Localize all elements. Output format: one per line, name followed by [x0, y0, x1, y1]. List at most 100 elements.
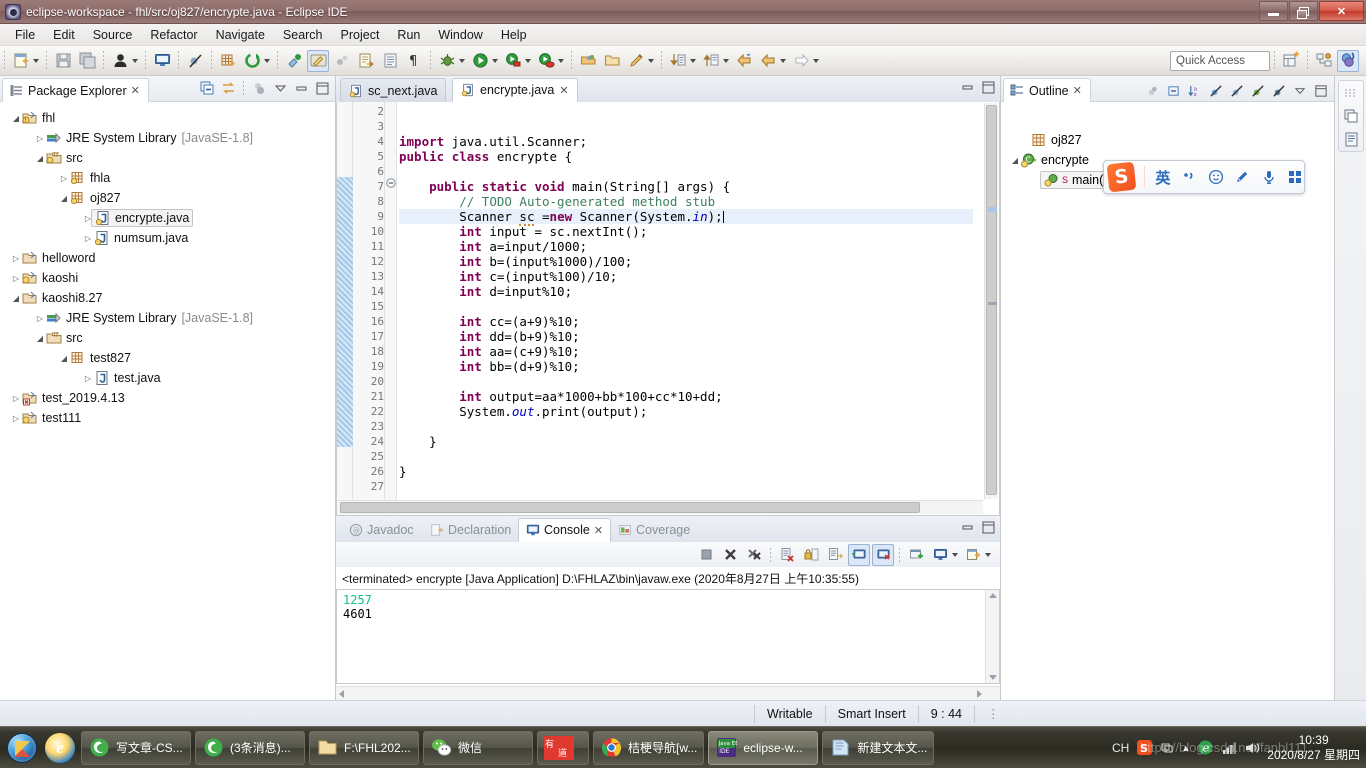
maximize-icon[interactable] [981, 520, 996, 535]
menu-window[interactable]: Window [429, 26, 491, 44]
menu-source[interactable]: Source [84, 26, 142, 44]
open-console-dropdown-icon[interactable] [985, 552, 991, 557]
remove-all-terminated-icon[interactable] [743, 544, 765, 566]
show-console-on-output-icon[interactable] [848, 543, 870, 566]
terminate-icon[interactable] [695, 544, 717, 566]
refresh-icon[interactable] [241, 50, 263, 72]
tab-console[interactable]: Console ✕ [518, 518, 612, 542]
new-wizard-icon[interactable] [10, 50, 32, 72]
remove-launch-icon[interactable] [719, 544, 741, 566]
pencil-icon[interactable] [625, 50, 647, 72]
editor-vertical-scrollbar[interactable] [984, 103, 998, 499]
tray-expand-icon[interactable] [1160, 741, 1174, 755]
taskbar-item-3[interactable]: 微信 [423, 730, 533, 765]
toggle-markoccurrences-icon[interactable] [307, 49, 329, 72]
expander-icon[interactable]: ▷ [34, 314, 46, 323]
status-resize-grip[interactable]: ⋮ [973, 704, 1013, 723]
tree-item-jre-2[interactable]: ▷ JRE System Library [JavaSE-1.8] [0, 308, 335, 328]
menu-navigate[interactable]: Navigate [207, 26, 274, 44]
tree-item-kaoshi[interactable]: ▷ kaoshi [0, 268, 335, 288]
show-console-on-error-icon[interactable] [872, 543, 894, 566]
expander-icon[interactable]: ▷ [58, 174, 70, 183]
menu-search[interactable]: Search [274, 26, 332, 44]
tab-coverage[interactable]: Coverage [611, 518, 697, 542]
outline-icon[interactable] [1342, 130, 1360, 148]
debug-icon[interactable] [436, 50, 458, 72]
show-hidden-icons-icon[interactable]: ▲ [1181, 743, 1190, 753]
tree-item-fhl[interactable]: ◢ ! fhl [0, 108, 335, 128]
maximize-icon[interactable] [981, 80, 996, 95]
close-tab-icon[interactable]: ✕ [559, 84, 568, 97]
hide-fields-icon[interactable] [1165, 82, 1183, 100]
forward-dropdown-icon[interactable] [813, 58, 819, 63]
pencil-dropdown-icon[interactable] [648, 58, 654, 63]
quick-access-input[interactable]: Quick Access [1170, 50, 1270, 71]
expander-icon[interactable]: ◢ [10, 114, 22, 123]
maximize-icon[interactable] [313, 79, 331, 97]
previous-edit-icon[interactable] [700, 50, 722, 72]
pin-console-icon[interactable] [905, 544, 927, 566]
scroll-lock-icon[interactable] [800, 544, 822, 566]
console-horizontal-scrollbar[interactable] [336, 686, 1000, 700]
minimize-button[interactable] [1259, 1, 1288, 21]
taskbar-clock[interactable]: 10:39 2020/8/27 星期四 [1267, 733, 1360, 763]
taskbar-item-0[interactable]: 写文章-CS... [81, 730, 191, 765]
sogou-tray-icon[interactable]: S [1136, 739, 1153, 756]
console-vertical-scrollbar[interactable] [985, 590, 999, 683]
forward-icon[interactable] [757, 50, 779, 72]
tree-item-fhla[interactable]: ▷ fhla [0, 168, 335, 188]
tab-outline[interactable]: Outline ✕ [1003, 78, 1091, 102]
console-output[interactable]: 1257 4601 [336, 589, 1000, 684]
next-annotation-icon[interactable] [355, 50, 377, 72]
debug-dropdown-icon[interactable] [459, 58, 465, 63]
forward-arrow-icon[interactable] [790, 50, 812, 72]
run-dropdown-icon[interactable] [492, 58, 498, 63]
previous-edit-dropdown-icon[interactable] [723, 58, 729, 63]
minimize-icon[interactable] [292, 79, 310, 97]
tab-javadoc[interactable]: @ Javadoc [342, 518, 421, 542]
back-dropdown-icon[interactable] [780, 58, 786, 63]
sogou-ime-toolbar[interactable]: S 英 [1103, 160, 1305, 194]
menu-refactor[interactable]: Refactor [141, 26, 206, 44]
taskbar-item-6[interactable]: Java EE IDE eclipse-w... [708, 730, 819, 765]
sort-icon[interactable] [1144, 82, 1162, 100]
view-menu-icon[interactable] [1291, 82, 1309, 100]
save-all-icon[interactable] [76, 50, 98, 72]
menu-file[interactable]: File [6, 26, 44, 44]
expander-icon[interactable]: ◢ [10, 294, 22, 303]
tree-item-jre-1[interactable]: ▷ JRE System Library [JavaSE-1.8] [0, 128, 335, 148]
tree-item-src-1[interactable]: ◢ src [0, 148, 335, 168]
expander-icon[interactable]: ▷ [82, 234, 94, 243]
scrollbar-thumb[interactable] [340, 502, 920, 513]
hide-local-icon[interactable] [1249, 82, 1267, 100]
scroll-right-arrow-icon[interactable] [977, 690, 982, 698]
network-icon[interactable] [1221, 740, 1237, 756]
coverage-dropdown-icon[interactable] [558, 58, 564, 63]
expander-icon[interactable]: ◢ [34, 334, 46, 343]
tree-item-oj827[interactable]: ◢ oj827 [0, 188, 335, 208]
folding-ruler[interactable] [385, 102, 397, 515]
taskbar-item-5[interactable]: 桔梗导航[w... [593, 730, 705, 765]
tree-item-test-java[interactable]: ▷ test.java [0, 368, 335, 388]
taskbar-item-7[interactable]: 新建文本文... [822, 730, 935, 765]
menu-run[interactable]: Run [388, 26, 429, 44]
start-orb-icon[interactable] [3, 731, 41, 765]
annotation-icon[interactable] [331, 50, 353, 72]
expander-icon[interactable]: ▷ [82, 374, 94, 383]
next-edit-dropdown-icon[interactable] [690, 58, 696, 63]
tray-language-indicator[interactable]: CH [1112, 741, 1129, 755]
taskbar-item-2[interactable]: F:\FHL202... [309, 730, 419, 765]
tab-declaration[interactable]: Declaration [423, 518, 518, 542]
overview-ruler-mark[interactable] [988, 207, 997, 212]
hide-nonpublic-icon[interactable] [1228, 82, 1246, 100]
tree-item-test111[interactable]: ▷ test111 [0, 408, 335, 428]
expander-icon[interactable]: ◢ [34, 154, 46, 163]
back-icon[interactable] [733, 50, 755, 72]
java-perspective-icon[interactable] [1337, 49, 1359, 72]
emoji-icon[interactable] [1207, 168, 1224, 186]
minimize-icon[interactable] [960, 80, 975, 95]
internet-explorer-icon[interactable]: e [45, 732, 75, 763]
microphone-icon[interactable] [1260, 168, 1277, 186]
editor-horizontal-scrollbar[interactable] [338, 500, 983, 514]
run-last-dropdown-icon[interactable] [525, 58, 531, 63]
